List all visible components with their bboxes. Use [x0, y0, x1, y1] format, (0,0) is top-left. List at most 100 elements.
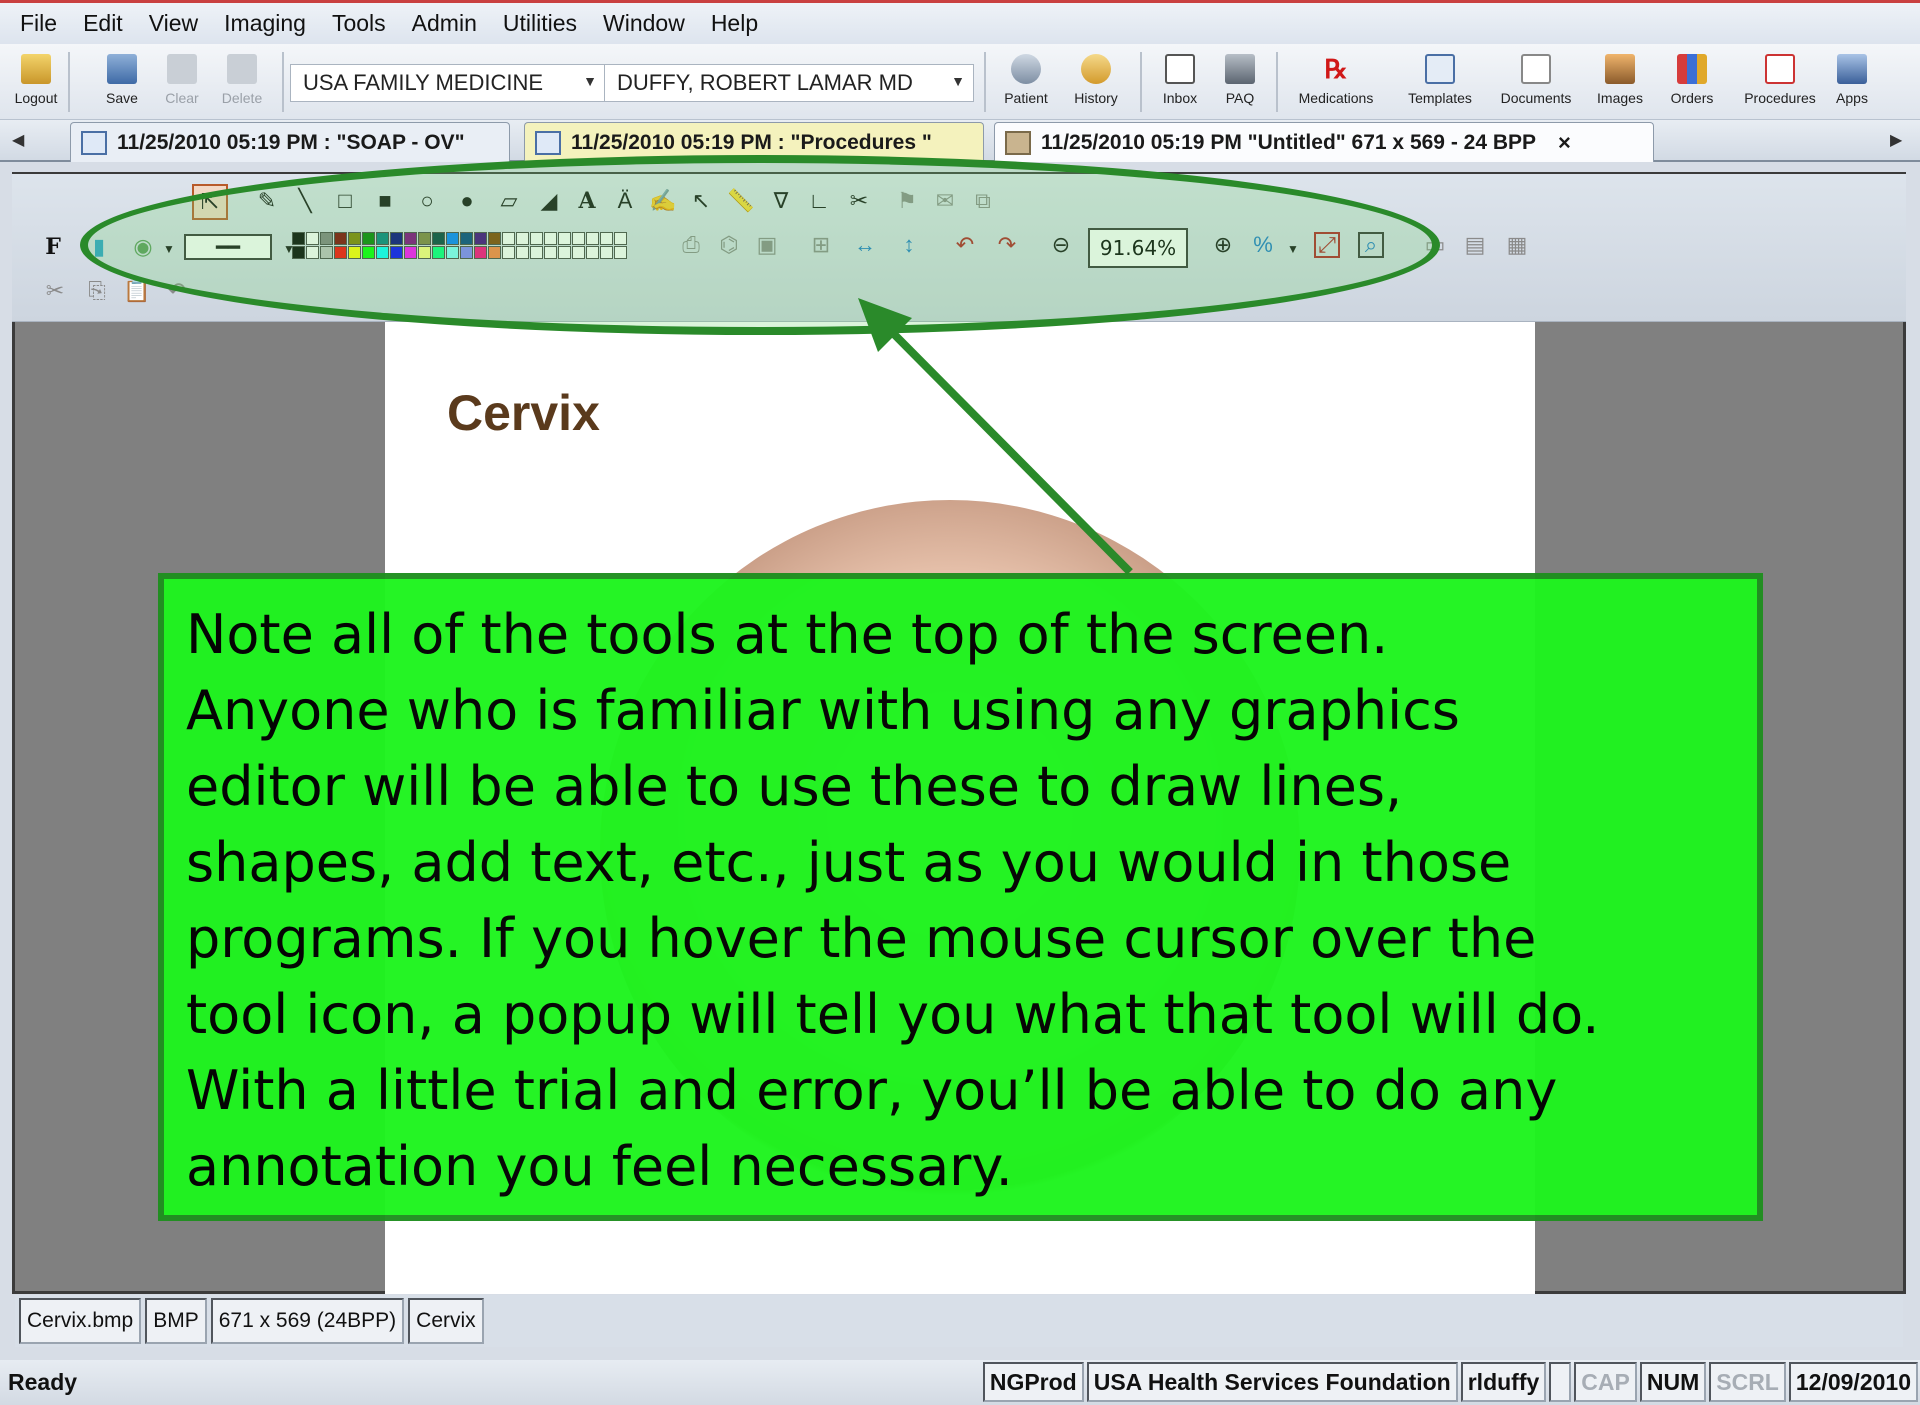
- history-icon: [1081, 54, 1111, 84]
- history-label: History: [1074, 90, 1118, 106]
- image-icon: [1005, 130, 1031, 155]
- menu-edit[interactable]: Edit: [83, 10, 123, 37]
- inbox-button[interactable]: Inbox: [1152, 50, 1208, 114]
- status-cell: USA Health Services Foundation: [1086, 1362, 1458, 1402]
- image-title: Cervix: [447, 385, 600, 441]
- eraser-icon: [167, 54, 197, 84]
- status-cell: 12/09/2010: [1788, 1362, 1918, 1402]
- practice-select[interactable]: USA FAMILY MEDICINE ▼: [290, 64, 606, 102]
- tab-scroll-left-icon[interactable]: ◀: [12, 130, 24, 150]
- templates-label: Templates: [1408, 90, 1472, 106]
- callout-line: With a little trial and error, you’ll be…: [186, 1059, 1558, 1122]
- file-name-cell: Cervix.bmp: [19, 1298, 142, 1344]
- note-icon: [535, 130, 561, 155]
- templates-icon: [1425, 54, 1455, 84]
- apps-button[interactable]: Apps: [1824, 50, 1880, 114]
- menu-bar: File Edit View Imaging Tools Admin Utili…: [0, 0, 1920, 44]
- clear-label: Clear: [165, 90, 199, 106]
- menu-admin[interactable]: Admin: [412, 10, 477, 37]
- rx-icon: ℞: [1324, 54, 1348, 84]
- menu-utilities[interactable]: Utilities: [503, 10, 577, 37]
- procedures-icon: [1765, 54, 1795, 84]
- tab-untitled-image-label: 11/25/2010 05:19 PM "Untitled" 671 x 569…: [1041, 130, 1537, 154]
- logout-icon: [21, 54, 51, 84]
- toolbar-divider: [984, 52, 986, 112]
- toolbar-divider: [282, 52, 284, 112]
- toolbar-divider: [1276, 52, 1278, 112]
- provider-select-value: DUFFY, ROBERT LAMAR MD: [617, 70, 913, 95]
- copy-icon[interactable]: ⎘: [84, 278, 110, 304]
- paq-label: PAQ: [1225, 90, 1255, 106]
- bold-font-icon[interactable]: F: [40, 234, 66, 260]
- status-cell: CAP: [1574, 1362, 1637, 1402]
- templates-button[interactable]: Templates: [1400, 50, 1480, 114]
- file-type-cell: BMP: [145, 1298, 207, 1344]
- tab-soap-ov[interactable]: 11/25/2010 05:19 PM : "SOAP - OV": [70, 122, 510, 162]
- inbox-label: Inbox: [1162, 90, 1198, 106]
- callout-line: editor will be able to use these to draw…: [186, 755, 1403, 818]
- provider-select[interactable]: DUFFY, ROBERT LAMAR MD ▼: [604, 64, 974, 102]
- patient-button[interactable]: Patient: [998, 50, 1054, 114]
- callout-line: Note all of the tools at the top of the …: [186, 603, 1389, 666]
- medications-button[interactable]: ℞ Medications: [1296, 50, 1376, 114]
- save-label: Save: [106, 90, 138, 106]
- toolbar-divider: [68, 52, 70, 112]
- callout-line: annotation you feel necessary.: [186, 1135, 1013, 1198]
- main-toolbar: Logout Save Clear Delete USA FAMILY MEDI…: [0, 44, 1920, 120]
- menu-view[interactable]: View: [149, 10, 198, 37]
- save-button[interactable]: Save: [94, 50, 150, 114]
- status-cell: SCRL: [1709, 1362, 1786, 1402]
- logout-button[interactable]: Logout: [8, 50, 64, 114]
- procedures-label: Procedures: [1744, 90, 1816, 106]
- patient-icon: [1011, 54, 1041, 84]
- close-icon[interactable]: ×: [1558, 130, 1571, 156]
- medications-label: Medications: [1298, 90, 1374, 106]
- callout-line: Anyone who is familiar with using any gr…: [186, 679, 1460, 742]
- delete-icon: [227, 54, 257, 84]
- apps-label: Apps: [1836, 90, 1868, 106]
- menu-window[interactable]: Window: [603, 10, 685, 37]
- status-cell: NUM: [1639, 1362, 1707, 1402]
- apps-icon: [1837, 54, 1867, 84]
- callout-text: Note all of the tools at the top of the …: [186, 597, 1756, 1205]
- tab-procedures-label: 11/25/2010 05:19 PM : "Procedures ": [571, 130, 932, 154]
- status-indicators: NGProd USA Health Services Foundation rldu…: [980, 1362, 1918, 1402]
- paq-icon: [1225, 54, 1255, 84]
- logout-label: Logout: [14, 90, 58, 106]
- status-cell: rlduffy: [1460, 1362, 1547, 1402]
- highlight-ellipse: [80, 155, 1440, 335]
- procedures-button[interactable]: Procedures: [1740, 50, 1820, 114]
- inbox-icon: [1165, 54, 1195, 84]
- images-button[interactable]: Images: [1592, 50, 1648, 114]
- orders-button[interactable]: Orders: [1664, 50, 1720, 114]
- chevron-down-icon: ▼: [583, 73, 597, 89]
- menu-tools[interactable]: Tools: [332, 10, 386, 37]
- patient-label: Patient: [1004, 90, 1048, 106]
- clear-button[interactable]: Clear: [154, 50, 210, 114]
- tab-scroll-right-icon[interactable]: ▶: [1890, 130, 1902, 150]
- grid-view-icon[interactable]: ▦: [1504, 232, 1530, 258]
- tab-untitled-image[interactable]: 11/25/2010 05:19 PM "Untitled" 671 x 569…: [994, 122, 1654, 162]
- orders-icon: [1677, 54, 1707, 84]
- documents-button[interactable]: Documents: [1496, 50, 1576, 114]
- paq-button[interactable]: PAQ: [1212, 50, 1268, 114]
- history-button[interactable]: History: [1068, 50, 1124, 114]
- status-bar: Ready NGProd USA Health Services Foundati…: [0, 1360, 1920, 1405]
- cut-icon[interactable]: ✂: [42, 278, 68, 304]
- callout-line: programs. If you hover the mouse cursor …: [186, 907, 1537, 970]
- menu-help[interactable]: Help: [711, 10, 758, 37]
- documents-label: Documents: [1500, 90, 1572, 106]
- menu-imaging[interactable]: Imaging: [224, 10, 306, 37]
- filmstrip-icon[interactable]: ▤: [1462, 232, 1488, 258]
- save-icon: [107, 54, 137, 84]
- chevron-down-icon: ▼: [951, 73, 965, 89]
- delete-button[interactable]: Delete: [214, 50, 270, 114]
- documents-icon: [1521, 54, 1551, 84]
- callout-line: shapes, add text, etc., just as you woul…: [186, 831, 1512, 894]
- menu-file[interactable]: File: [20, 10, 57, 37]
- document-tabs: ◀ 11/25/2010 05:19 PM : "SOAP - OV" 11/2…: [0, 120, 1920, 162]
- images-label: Images: [1597, 90, 1643, 106]
- status-cell: [1549, 1362, 1572, 1402]
- image-info-bar: Cervix.bmp BMP 671 x 569 (24BPP) Cervix: [15, 1295, 1903, 1347]
- instruction-callout: Note all of the tools at the top of the …: [158, 573, 1763, 1221]
